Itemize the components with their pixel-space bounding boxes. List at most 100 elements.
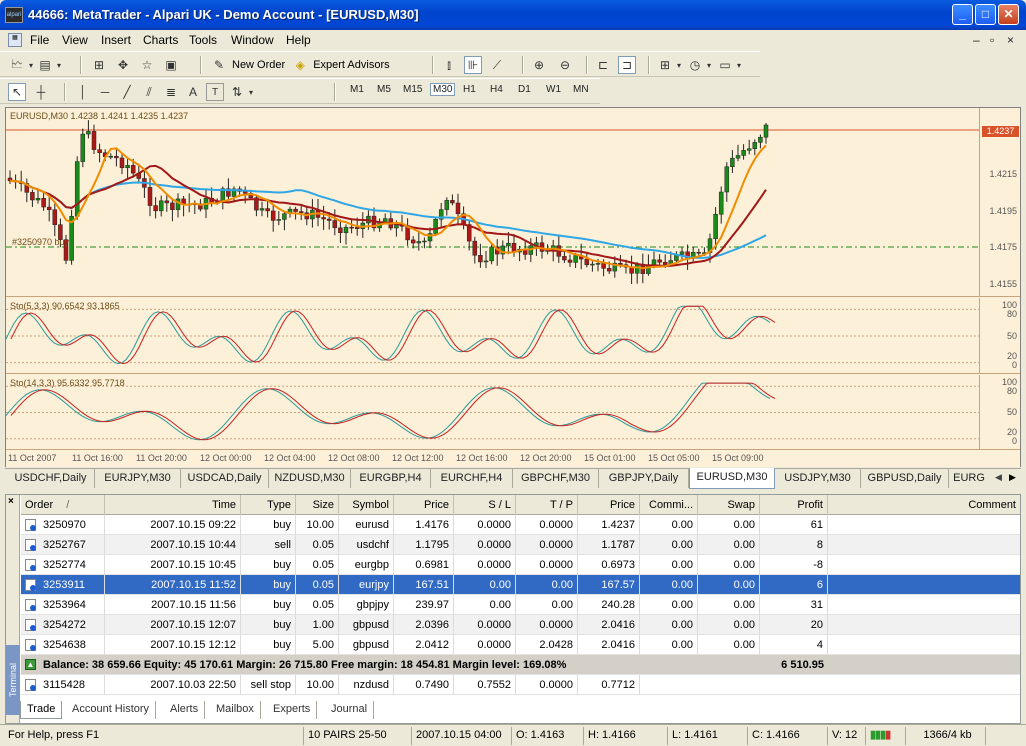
chart-tab[interactable]: USDJPY,M30 [775,469,861,488]
minimize-button[interactable]: _ [952,4,973,25]
chart-tab[interactable]: EURCHF,H4 [431,469,513,488]
periods-dropdown-icon[interactable]: ▾ [704,56,714,74]
indicators-icon[interactable]: ⊞ [656,56,674,74]
chart-shift-icon[interactable]: ⊏ [594,56,612,74]
new-chart-icon[interactable]: 🗠 [8,56,26,74]
col-tp[interactable]: T / P [516,495,578,515]
terminal-close-icon[interactable]: × [8,496,14,507]
maximize-button[interactable]: □ [975,4,996,25]
templates-dropdown-icon[interactable]: ▾ [734,56,744,74]
new-chart-dropdown-icon[interactable]: ▾ [26,56,36,74]
tab-trade[interactable]: Trade [20,701,63,719]
col-symbol[interactable]: Symbol [339,495,394,515]
navigator-icon[interactable]: ✥ [114,56,132,74]
market-watch-icon[interactable]: ⊞ [90,56,108,74]
candlestick-icon[interactable]: ⊪ [464,56,482,74]
arrows-dropdown-icon[interactable]: ▾ [246,83,256,101]
timeframe-w1[interactable]: W1 [546,84,561,95]
chart-tab[interactable]: GBPCHF,M30 [513,469,599,488]
menu-window[interactable]: Window [231,33,274,47]
tab-account-history[interactable]: Account History [66,701,157,719]
chart-tab[interactable]: EURG [949,469,989,488]
text-label-icon[interactable]: T [206,83,224,101]
tab-scroll-left-icon[interactable]: ◀ [995,472,1002,483]
status-profile[interactable]: 10 PAIRS 25-50 [303,727,411,745]
expert-advisors-button[interactable]: Expert Advisors [313,59,389,71]
chart-tab[interactable]: GBPJPY,Daily [599,469,689,488]
tab-experts[interactable]: Experts [267,701,318,719]
col-size[interactable]: Size [296,495,339,515]
equidistant-channel-icon[interactable]: ⫽ [140,83,158,101]
cursor-icon[interactable]: ↖ [8,83,26,101]
trendline-icon[interactable]: ╱ [118,83,136,101]
mdi-restore-button[interactable]: ▫ [990,33,994,47]
order-row[interactable]: 3253911 2007.10.15 11:52 buy 0.05 eurjpy 167.… [21,575,1020,595]
timeframe-h4[interactable]: H4 [490,84,503,95]
order-row[interactable]: 3250970 2007.10.15 09:22 buy 10.00 eurusd 1.4… [21,515,1020,535]
order-row[interactable]: 3254272 2007.10.15 12:07 buy 1.00 gbpusd 2.03… [21,615,1020,635]
order-row[interactable]: 3252774 2007.10.15 10:45 buy 0.05 eurgbp 0.69… [21,555,1020,575]
vertical-line-icon[interactable]: │ [74,83,92,101]
new-order-icon[interactable]: ✎ [210,56,228,74]
tab-alerts[interactable]: Alerts [164,701,206,719]
timeframe-m5[interactable]: M5 [377,84,391,95]
menu-charts[interactable]: Charts [143,33,178,47]
autoscroll-icon[interactable]: ⊐ [618,56,636,74]
price-panel[interactable]: EURUSD,M30 1.4238 1.4241 1.4235 1.4237 #… [6,108,1020,297]
menu-file[interactable]: File [30,33,49,47]
mdi-minimize-button[interactable]: – [973,33,980,47]
order-row[interactable]: 3253964 2007.10.15 11:56 buy 0.05 gbpjpy 239.… [21,595,1020,615]
chart-window-icon[interactable]: ▦ [8,33,22,47]
col-profit[interactable]: Profit [760,495,828,515]
timeframe-d1[interactable]: D1 [518,84,531,95]
fibonacci-icon[interactable]: ≣ [162,83,180,101]
col-time[interactable]: Time [105,495,241,515]
col-commission[interactable]: Commi... [640,495,698,515]
terminal-icon[interactable]: ▣ [162,56,180,74]
favorites-icon[interactable]: ☆ [138,56,156,74]
profiles-icon[interactable]: ▤ [36,56,54,74]
tab-journal[interactable]: Journal [325,701,375,719]
col-order[interactable]: Order / [21,495,105,515]
expert-advisors-icon[interactable]: ◈ [291,56,309,74]
col-sl[interactable]: S / L [454,495,516,515]
zoom-out-icon[interactable]: ⊖ [556,56,574,74]
chart-tab[interactable]: NZDUSD,M30 [269,469,351,488]
balance-row[interactable]: ▲ Balance: 38 659.66 Equity: 45 170.61 M… [21,655,1020,675]
col-type[interactable]: Type [241,495,296,515]
chart-tab-active[interactable]: EURUSD,M30 [689,468,775,489]
tab-mailbox[interactable]: Mailbox [210,701,261,719]
order-row[interactable]: 3252767 2007.10.15 10:44 sell 0.05 usdchf 1.1… [21,535,1020,555]
timeframe-m15[interactable]: M15 [403,84,422,95]
menu-help[interactable]: Help [286,33,311,47]
horizontal-line-icon[interactable]: ─ [96,83,114,101]
stochastic-panel-2[interactable]: Sto(14,3,3) 95.6332 95.7718 100 80 50 20… [6,375,1020,450]
chart-tab[interactable]: EURGBP,H4 [351,469,431,488]
mdi-close-button[interactable]: × [1007,33,1014,47]
bar-chart-icon[interactable]: ⫾ [440,56,458,74]
chart-tab[interactable]: GBPUSD,Daily [861,469,949,488]
chart-tab[interactable]: EURJPY,M30 [95,469,181,488]
col-comment[interactable]: Comment [828,495,1020,515]
profiles-dropdown-icon[interactable]: ▾ [54,56,64,74]
timeframe-mn[interactable]: MN [573,84,589,95]
timeframe-m30[interactable]: M30 [430,83,456,96]
line-chart-icon[interactable]: ⟋ [488,56,506,74]
chart-window[interactable]: EURUSD,M30 1.4238 1.4241 1.4235 1.4237 #… [5,107,1021,467]
text-tool-icon[interactable]: A [184,83,202,101]
tab-scroll-right-icon[interactable]: ▶ [1009,472,1016,483]
chart-tab[interactable]: USDCAD,Daily [181,469,269,488]
timeframe-h1[interactable]: H1 [463,84,476,95]
timeframe-m1[interactable]: M1 [350,84,364,95]
menu-view[interactable]: View [62,33,88,47]
col-swap[interactable]: Swap [698,495,760,515]
crosshair-icon[interactable]: ┼ [32,83,50,101]
stochastic-panel-1[interactable]: Sto(5,3,3) 90.6542 93.1865 100 80 50 20 … [6,298,1020,374]
templates-icon[interactable]: ▭ [716,56,734,74]
chart-tab[interactable]: USDCHF,Daily [7,469,95,488]
close-button[interactable]: ✕ [998,4,1019,25]
zoom-in-icon[interactable]: ⊕ [530,56,548,74]
periods-clock-icon[interactable]: ◷ [686,56,704,74]
menu-insert[interactable]: Insert [101,33,131,47]
col-current-price[interactable]: Price [578,495,640,515]
